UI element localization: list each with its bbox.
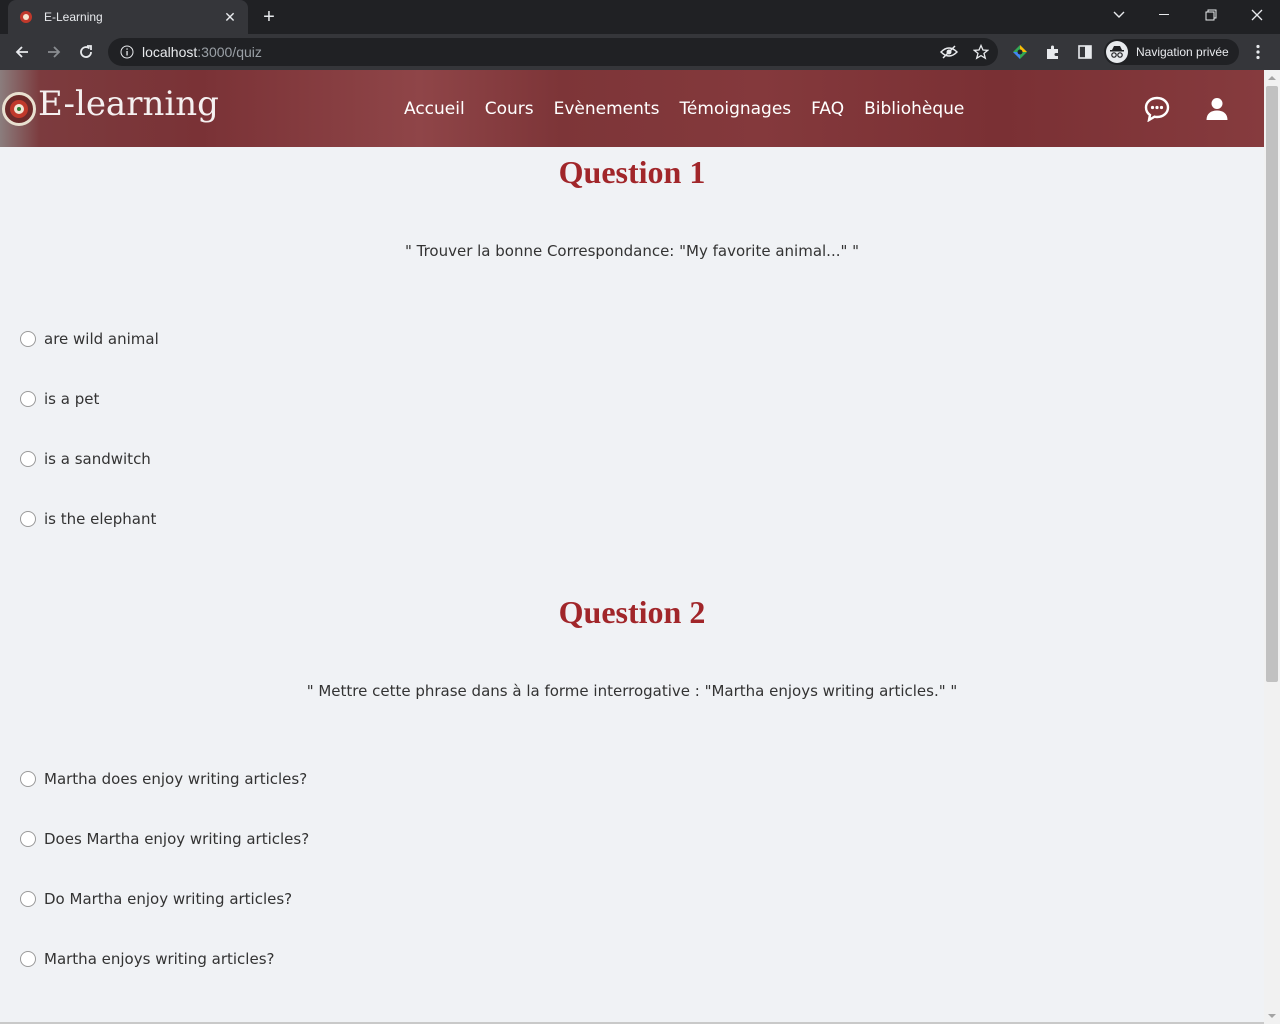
nav-link-cours[interactable]: Cours [485, 97, 534, 121]
question-1-title: Question 1 [558, 154, 706, 190]
address-bar[interactable]: localhost:3000/quiz [108, 38, 998, 66]
back-icon[interactable] [8, 38, 36, 66]
tab-title: E-Learning [44, 10, 103, 24]
nav-link-evenements[interactable]: Evènements [554, 97, 660, 121]
question-1-option-1[interactable]: are wild animal [20, 330, 159, 348]
nav-link-bibliotheque[interactable]: Bibliohèque [864, 97, 964, 121]
nav-link-faq[interactable]: FAQ [811, 97, 844, 121]
logo-emblem-icon[interactable] [2, 92, 36, 126]
site-logo-text[interactable]: E-learning [38, 84, 219, 124]
option-label: are wild animal [44, 330, 159, 348]
question-2-text: " Mettre cette phrase dans à la forme in… [306, 682, 958, 700]
question-2-option-3[interactable]: Do Martha enjoy writing articles? [20, 890, 292, 908]
radio-button[interactable] [20, 451, 36, 467]
radio-button[interactable] [20, 831, 36, 847]
question-1-option-4[interactable]: is the elephant [20, 510, 156, 528]
option-label: is a sandwitch [44, 450, 151, 468]
site-info-icon[interactable] [120, 45, 134, 59]
site-header: E-learning Accueil Cours Evènements Témo… [0, 70, 1264, 147]
question-2-option-4[interactable]: Martha enjoys writing articles? [20, 950, 274, 968]
question-2-title: Question 2 [558, 594, 706, 630]
question-2-option-1[interactable]: Martha does enjoy writing articles? [20, 770, 307, 788]
scrollbar-thumb[interactable] [1266, 86, 1278, 682]
browser-menu-icon[interactable] [1246, 40, 1270, 64]
question-1-text: " Trouver la bonne Correspondance: "My f… [404, 242, 860, 260]
radio-button[interactable] [20, 891, 36, 907]
option-label: is a pet [44, 390, 100, 408]
url-host: localhost [142, 44, 198, 60]
incognito-profile-button[interactable]: Navigation privée [1104, 39, 1239, 65]
minimize-icon[interactable] [1142, 0, 1188, 30]
question-1-option-3[interactable]: is a sandwitch [20, 450, 151, 468]
scroll-down-arrow-icon[interactable] [1268, 1012, 1276, 1020]
side-panel-icon[interactable] [1073, 40, 1097, 64]
incognito-icon [1106, 41, 1128, 63]
close-window-icon[interactable] [1234, 0, 1280, 30]
option-label: Do Martha enjoy writing articles? [44, 890, 293, 908]
browser-toolbar: localhost:3000/quiz Navigation privée [0, 34, 1280, 70]
reload-icon[interactable] [72, 38, 100, 66]
tab-search-icon[interactable] [1096, 0, 1142, 30]
radio-button[interactable] [20, 511, 36, 527]
extension-colorful-icon[interactable] [1008, 40, 1032, 64]
question-1-option-2[interactable]: is a pet [20, 390, 99, 408]
option-label: is the elephant [44, 510, 157, 528]
nav-link-temoignages[interactable]: Témoignages [679, 97, 791, 121]
site-favicon-icon [18, 9, 34, 25]
bookmark-star-icon[interactable] [969, 40, 993, 64]
chat-icon[interactable] [1142, 94, 1172, 124]
extensions-puzzle-icon[interactable] [1041, 40, 1065, 64]
option-label: Martha does enjoy writing articles? [44, 770, 308, 788]
browser-tabbar: E-Learning ✕ + [0, 0, 1280, 34]
url-path: :3000/quiz [197, 44, 262, 60]
radio-button[interactable] [20, 771, 36, 787]
scroll-up-arrow-icon[interactable] [1268, 74, 1276, 82]
close-tab-icon[interactable]: ✕ [222, 9, 238, 25]
user-account-icon[interactable] [1202, 94, 1232, 124]
nav-link-accueil[interactable]: Accueil [404, 97, 465, 121]
question-2-option-2[interactable]: Does Martha enjoy writing articles? [20, 830, 309, 848]
radio-button[interactable] [20, 331, 36, 347]
new-tab-button[interactable]: + [258, 6, 280, 28]
option-label: Martha enjoys writing articles? [44, 950, 275, 968]
page-scrollbar[interactable] [1264, 70, 1280, 1024]
eye-slash-icon[interactable] [937, 40, 961, 64]
restore-icon[interactable] [1188, 0, 1234, 30]
radio-button[interactable] [20, 391, 36, 407]
browser-tab[interactable]: E-Learning ✕ [8, 0, 248, 34]
option-label: Does Martha enjoy writing articles? [44, 830, 310, 848]
radio-button[interactable] [20, 951, 36, 967]
forward-icon[interactable] [40, 38, 68, 66]
main-nav: Accueil Cours Evènements Témoignages FAQ… [404, 97, 984, 121]
profile-label: Navigation privée [1136, 45, 1229, 59]
page-viewport: E-learning Accueil Cours Evènements Témo… [0, 70, 1264, 1024]
